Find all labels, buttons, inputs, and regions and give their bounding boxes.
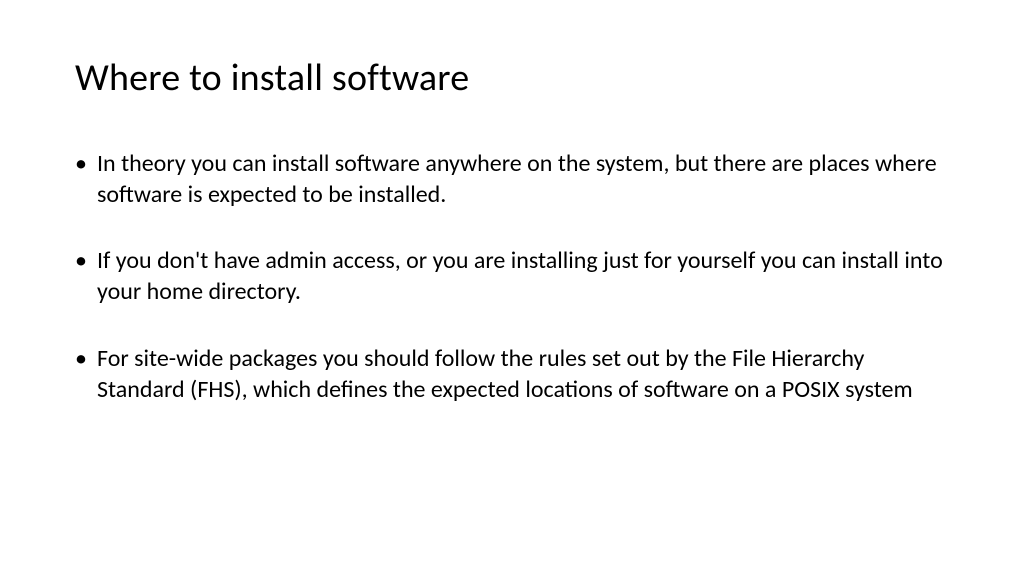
bullet-list: In theory you can install software anywh…	[75, 149, 949, 405]
list-item: For site-wide packages you should follow…	[75, 344, 949, 405]
list-item: In theory you can install software anywh…	[75, 149, 949, 210]
list-item: If you don't have admin access, or you a…	[75, 246, 949, 307]
slide-title: Where to install software	[75, 55, 949, 101]
